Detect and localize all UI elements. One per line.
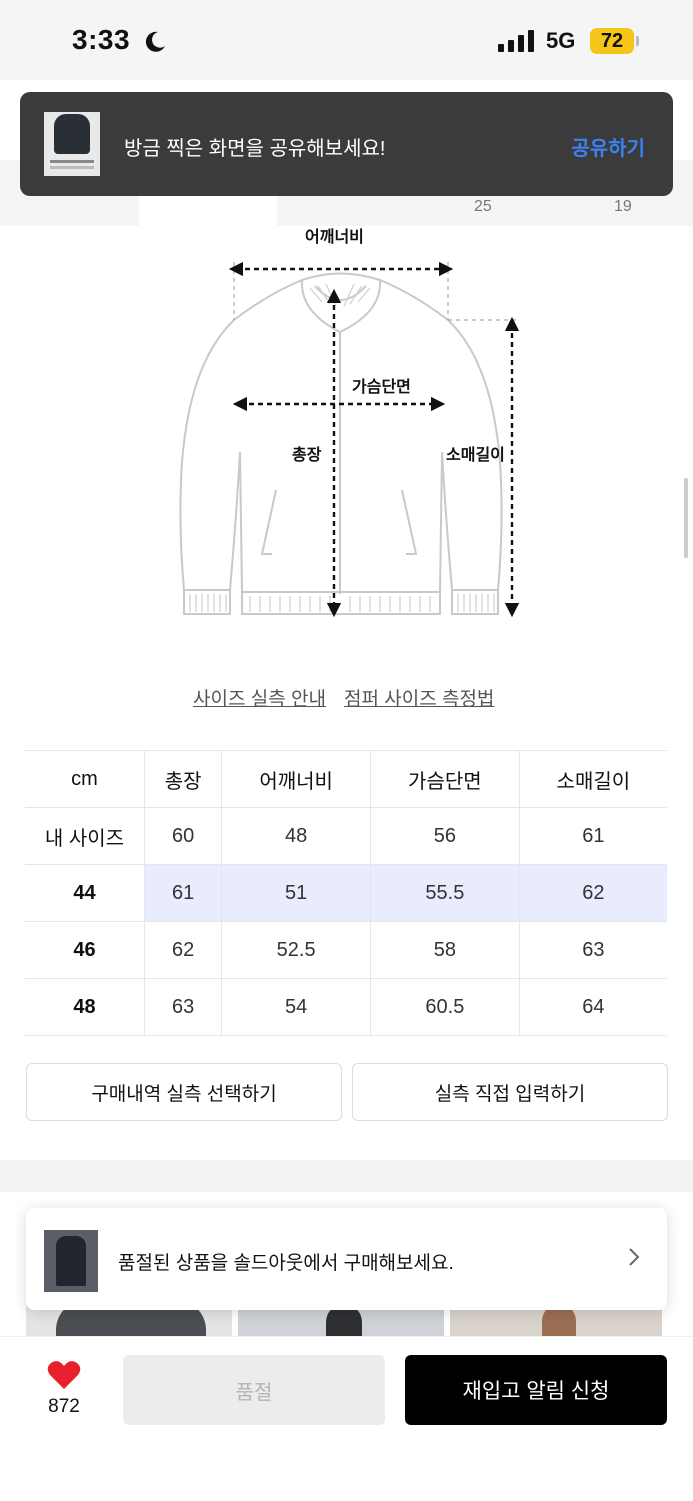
cell-value: 52.5	[221, 921, 371, 979]
cell-value: 63	[143, 978, 223, 1036]
header-length: 총장	[143, 750, 223, 808]
row-label: 내 사이즈	[25, 807, 145, 865]
row-label: 48	[25, 978, 145, 1036]
chest-label: 가슴단면	[352, 378, 411, 396]
soldout-banner-text: 품절된 상품을 솔드아웃에서 구매해보세요.	[118, 1253, 454, 1274]
row-label: 44	[25, 864, 145, 922]
scrollbar[interactable]	[684, 478, 688, 558]
heart-icon[interactable]	[47, 1360, 81, 1390]
header-chest: 가슴단면	[370, 750, 520, 808]
cell-value: 48	[221, 807, 371, 865]
like-count: 872	[48, 1396, 80, 1417]
table-row: 내 사이즈 60 48 56 61	[25, 807, 667, 865]
toast-message: 방금 찍은 화면을 공유해보세요!	[124, 138, 386, 160]
battery-indicator: 72	[590, 28, 634, 54]
soldout-button[interactable]: 품절	[123, 1355, 385, 1425]
moon-icon	[145, 31, 165, 52]
network-type: 5G	[546, 28, 576, 53]
size-guide-link[interactable]: 사이즈 실측 안내	[193, 684, 326, 711]
header-shoulder: 어깨너비	[221, 750, 371, 808]
cell-value: 55.5	[370, 864, 520, 922]
cell-value: 54	[221, 978, 371, 1036]
battery-tip	[636, 36, 639, 46]
select-purchase-measure-button[interactable]: 구매내역 실측 선택하기	[26, 1063, 342, 1121]
table-row[interactable]: 46 62 52.5 58 63	[25, 921, 667, 979]
manual-measure-input-button[interactable]: 실측 직접 입력하기	[352, 1063, 668, 1121]
soldout-banner[interactable]: 품절된 상품을 솔드아웃에서 구매해보세요.	[26, 1208, 667, 1310]
cell-value: 51	[221, 864, 371, 922]
signal-icon	[498, 30, 534, 52]
restock-alert-button[interactable]: 재입고 알림 신청	[405, 1355, 667, 1425]
cell-value: 56	[370, 807, 520, 865]
cell-value: 63	[518, 921, 667, 979]
jumper-measure-link[interactable]: 점퍼 사이즈 측정법	[344, 684, 494, 711]
product-thumbnail	[44, 1230, 98, 1292]
share-button[interactable]: 공유하기	[571, 132, 645, 161]
tab-count-qna: 19	[614, 198, 632, 215]
chevron-right-icon	[627, 1246, 641, 1274]
size-diagram: 어깨너비 가슴단면 총장 소매길이	[179, 228, 520, 618]
header-sleeve: 소매길이	[518, 750, 667, 808]
share-toast: 방금 찍은 화면을 공유해보세요! 공유하기	[20, 92, 673, 196]
cell-value: 60	[143, 807, 223, 865]
tab-count-review: 25	[474, 198, 492, 215]
status-time: 3:33	[72, 24, 131, 55]
table-header-row: cm 총장 어깨너비 가슴단면 소매길이	[25, 750, 667, 808]
cell-value: 62	[518, 864, 667, 922]
length-label: 총장	[292, 446, 322, 464]
cell-value: 60.5	[370, 978, 520, 1036]
table-row-highlighted[interactable]: 44 61 51 55.5 62	[25, 864, 667, 922]
header-unit: cm	[25, 750, 145, 808]
status-bar: 3:33 5G 72	[0, 0, 693, 80]
size-table: cm 총장 어깨너비 가슴단면 소매길이 내 사이즈 60 48 56 61 4…	[25, 750, 667, 1036]
shoulder-label: 어깨너비	[305, 228, 364, 246]
cell-value: 61	[518, 807, 667, 865]
sleeve-label: 소매길이	[446, 446, 505, 464]
table-row[interactable]: 48 63 54 60.5 64	[25, 978, 667, 1036]
cell-value: 62	[143, 921, 223, 979]
cell-value: 58	[370, 921, 520, 979]
row-label: 46	[25, 921, 145, 979]
cell-value: 64	[518, 978, 667, 1036]
cell-value: 61	[143, 864, 223, 922]
screenshot-thumbnail[interactable]	[44, 112, 100, 176]
